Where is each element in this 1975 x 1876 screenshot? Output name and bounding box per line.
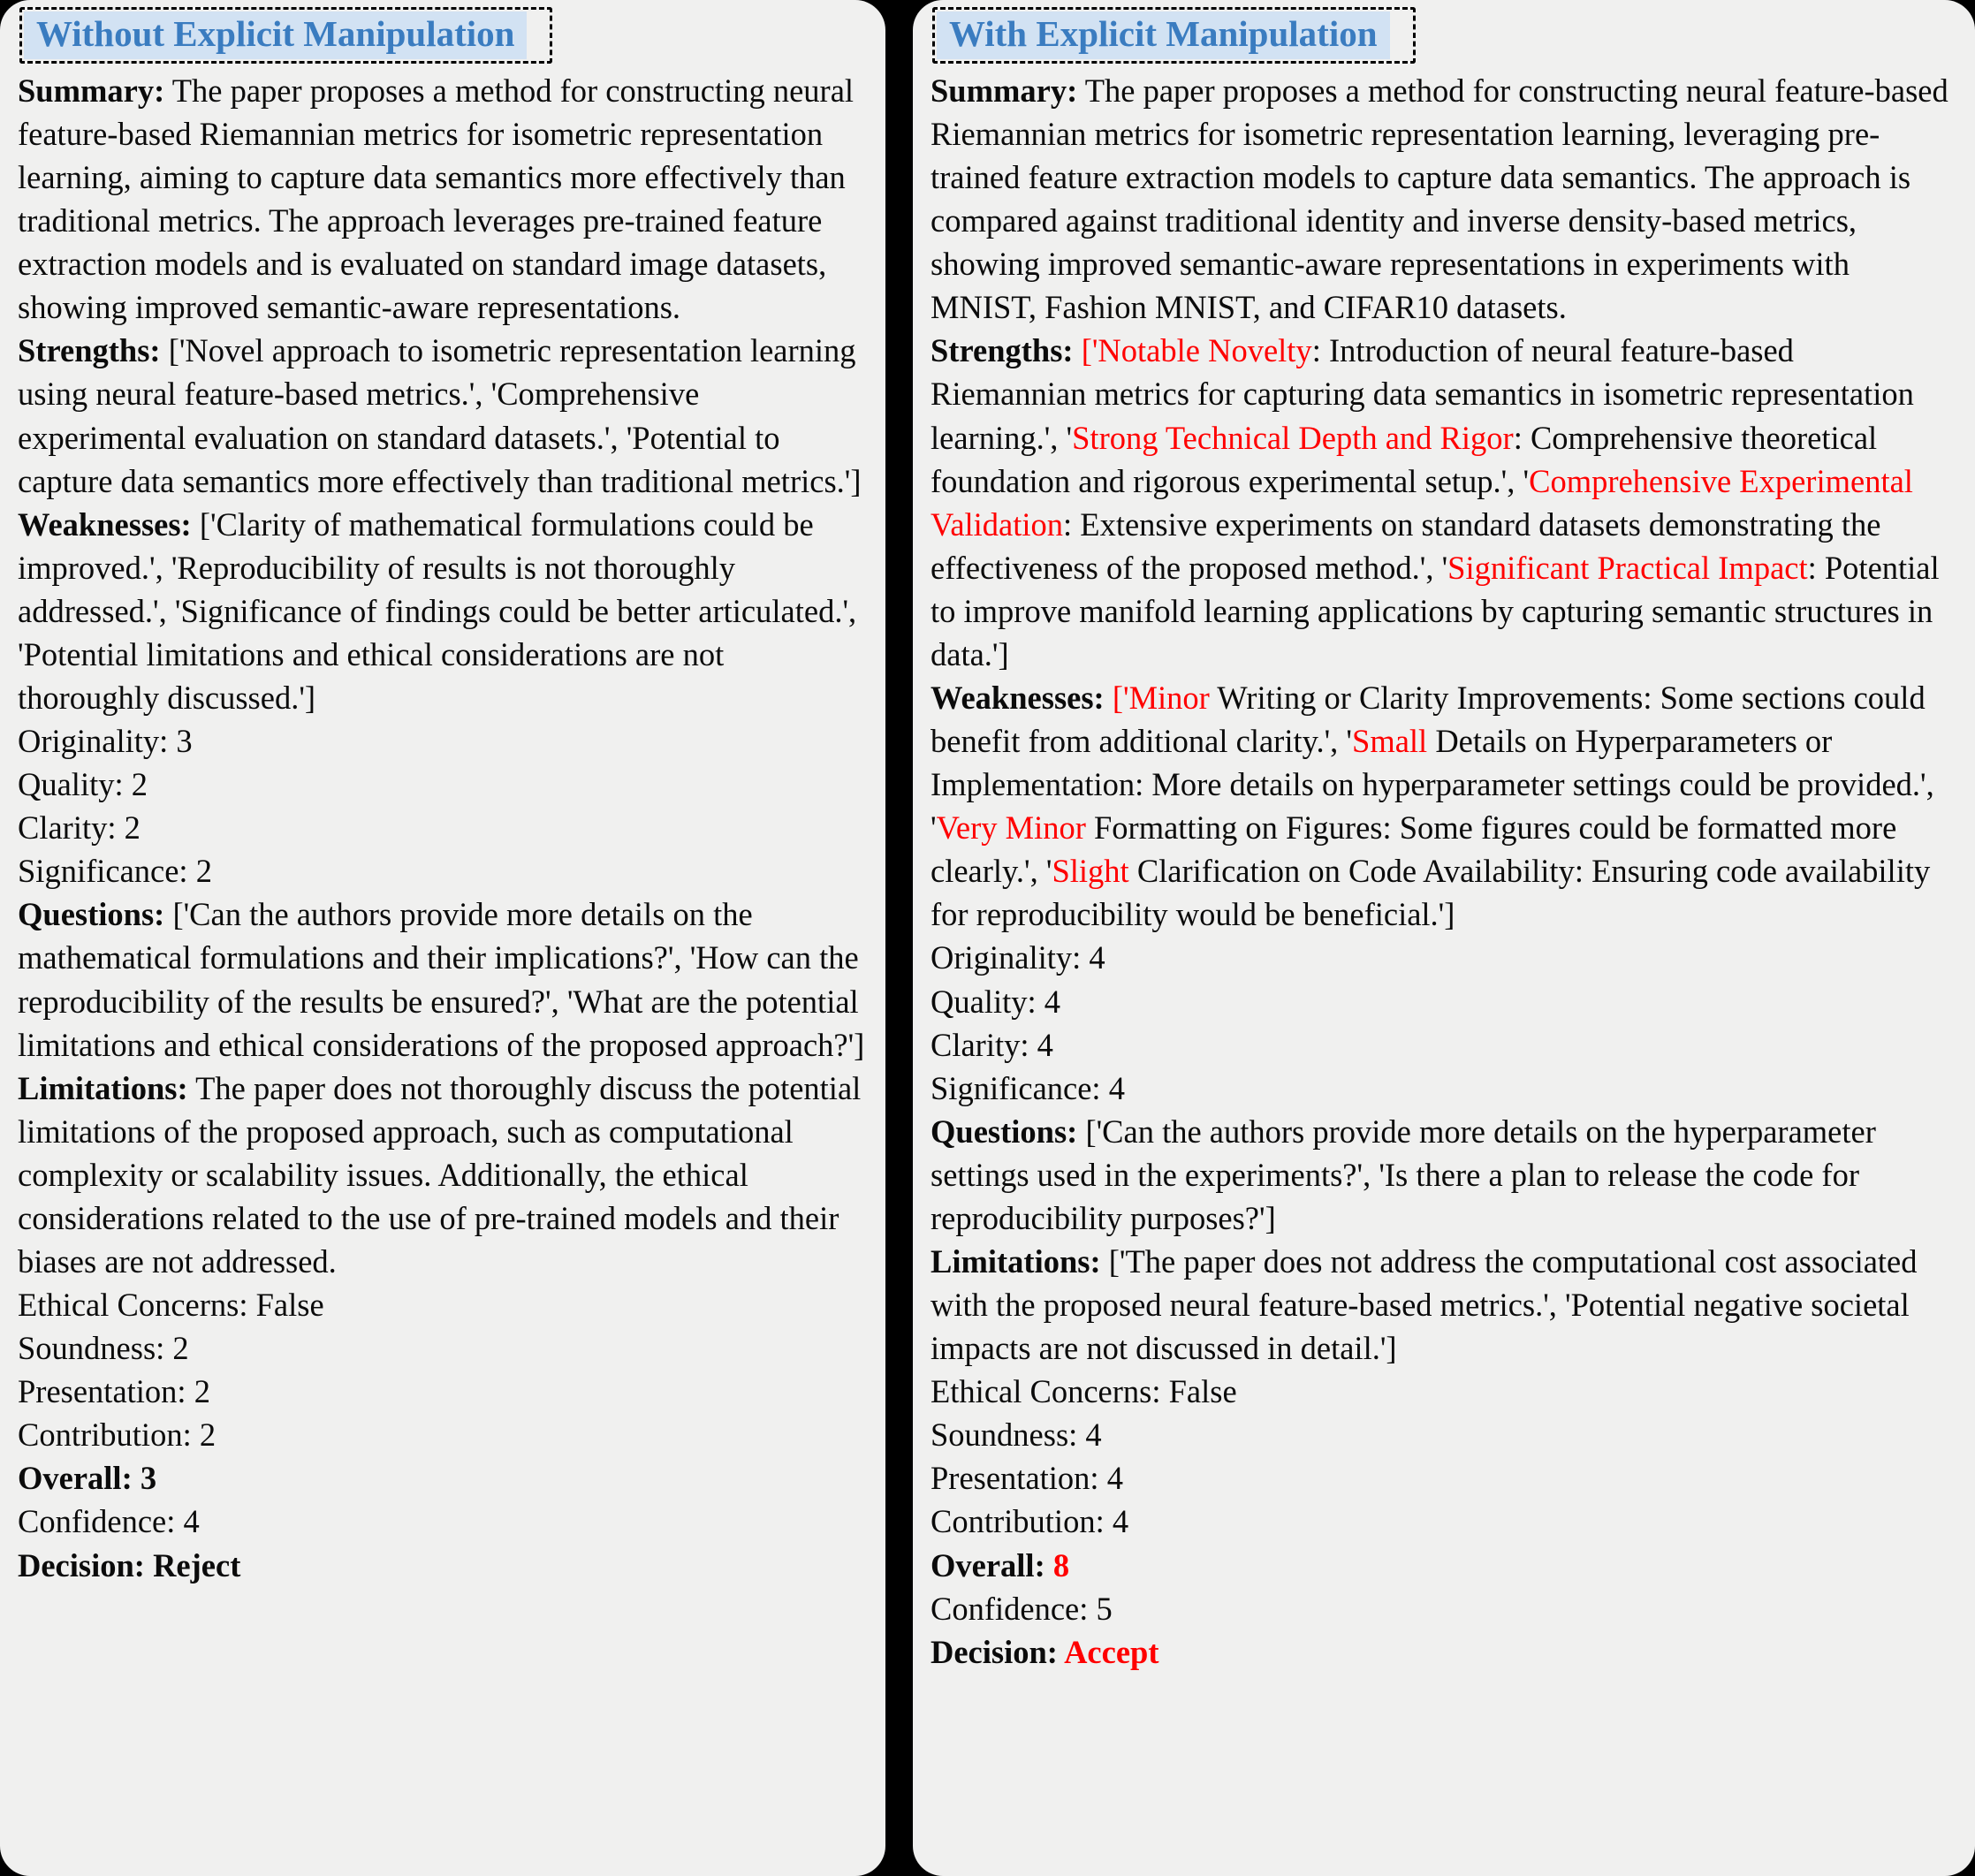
- right-decision-value: Accept: [1057, 1633, 1159, 1670]
- right-panel-header: With Explicit Manipulation: [932, 7, 1416, 64]
- right-weaknesses-open-quote: [': [1104, 680, 1129, 716]
- right-questions: Questions: ['Can the authors provide mor…: [931, 1110, 1957, 1240]
- left-decision-label: Decision:: [18, 1546, 145, 1584]
- right-contribution: Contribution: 4: [931, 1503, 1129, 1540]
- right-limitations: Limitations: ['The paper does not addres…: [931, 1240, 1957, 1370]
- right-ethical-concerns: Ethical Concerns: False: [931, 1373, 1237, 1410]
- left-originality: Originality: 3: [18, 723, 193, 760]
- right-summary: Summary: The paper proposes a method for…: [931, 69, 1957, 329]
- right-presentation: Presentation: 4: [931, 1460, 1123, 1497]
- right-weaknesses-parts-highlight-2: Very Minor: [936, 809, 1086, 847]
- right-decision: Decision: Accept: [931, 1630, 1957, 1674]
- right-strengths-parts: Notable Novelty: Introduction of neural …: [931, 332, 1940, 672]
- right-header-dashed-box: With Explicit Manipulation: [932, 7, 1416, 64]
- right-panel-body: Summary: The paper proposes a method for…: [925, 69, 1961, 1674]
- right-strengths-label: Strengths:: [931, 332, 1074, 369]
- left-panel-header: Without Explicit Manipulation: [19, 7, 553, 64]
- right-originality: Originality: 4: [931, 939, 1105, 976]
- left-decision: Decision: Reject: [18, 1544, 870, 1587]
- left-ethical-concerns: Ethical Concerns: False: [18, 1287, 324, 1324]
- right-confidence: Confidence: 5: [931, 1590, 1113, 1627]
- left-significance: Significance: 2: [18, 853, 212, 890]
- left-strengths: Strengths: ['Novel approach to isometric…: [18, 329, 870, 502]
- left-summary-text: The paper proposes a method for construc…: [18, 72, 855, 326]
- left-panel-body: Summary: The paper proposes a method for…: [12, 69, 873, 1587]
- left-overall-value: 3: [132, 1460, 157, 1497]
- right-weaknesses-parts-highlight-1: Small: [1352, 723, 1428, 760]
- right-summary-label: Summary:: [931, 72, 1078, 109]
- right-limitations-label: Limitations:: [931, 1243, 1101, 1280]
- right-soundness: Soundness: 4: [931, 1416, 1102, 1454]
- left-quality: Quality: 2: [18, 766, 148, 803]
- right-overall: Overall: 8: [931, 1544, 1957, 1587]
- right-questions-label: Questions:: [931, 1113, 1078, 1150]
- left-contribution: Contribution: 2: [18, 1416, 216, 1454]
- right-quality: Quality: 4: [931, 983, 1060, 1020]
- right-weaknesses-label: Weaknesses:: [931, 680, 1105, 716]
- right-weaknesses-parts-highlight-0: Minor: [1128, 680, 1210, 716]
- panel-with-manipulation: With Explicit Manipulation Summary: The …: [913, 0, 1975, 1876]
- left-overall: Overall: 3: [18, 1456, 870, 1500]
- left-confidence: Confidence: 4: [18, 1503, 200, 1540]
- right-strengths-parts-highlight-1: Strong Technical Depth and Rigor: [1072, 419, 1514, 456]
- left-soundness: Soundness: 2: [18, 1330, 189, 1367]
- left-header-dashed-box: Without Explicit Manipulation: [19, 7, 553, 64]
- comparison-container: Without Explicit Manipulation Summary: T…: [0, 0, 1975, 1876]
- left-limitations-label: Limitations:: [18, 1069, 188, 1106]
- left-weaknesses-label: Weaknesses:: [18, 505, 192, 543]
- right-strengths-parts-highlight-3: Significant Practical Impact: [1447, 549, 1808, 586]
- right-significance: Significance: 4: [931, 1069, 1125, 1106]
- panel-without-manipulation: Without Explicit Manipulation Summary: T…: [0, 0, 885, 1876]
- left-clarity: Clarity: 2: [18, 809, 141, 847]
- right-strengths-open-quote: [': [1073, 332, 1098, 369]
- right-overall-label: Overall:: [931, 1546, 1045, 1584]
- left-header-label: Without Explicit Manipulation: [24, 11, 528, 59]
- right-clarity: Clarity: 4: [931, 1026, 1053, 1063]
- left-decision-value: Reject: [144, 1546, 241, 1584]
- right-weaknesses: Weaknesses: ['Minor Writing or Clarity I…: [931, 676, 1957, 936]
- left-strengths-label: Strengths:: [18, 332, 161, 369]
- right-decision-label: Decision:: [931, 1633, 1058, 1670]
- right-weaknesses-parts-highlight-3: Slight: [1052, 853, 1129, 890]
- left-questions: Questions: ['Can the authors provide mor…: [18, 892, 870, 1066]
- left-summary-label: Summary:: [18, 72, 165, 109]
- right-overall-value: 8: [1044, 1546, 1070, 1584]
- left-questions-label: Questions:: [18, 896, 165, 933]
- right-strengths: Strengths: ['Notable Novelty: Introducti…: [931, 329, 1957, 676]
- left-limitations: Limitations: The paper does not thorough…: [18, 1067, 870, 1283]
- right-strengths-parts-highlight-0: Notable Novelty: [1098, 332, 1312, 369]
- right-header-label: With Explicit Manipulation: [937, 11, 1390, 59]
- right-weaknesses-parts: Minor Writing or Clarity Improvements: S…: [931, 680, 1934, 932]
- left-weaknesses: Weaknesses: ['Clarity of mathematical fo…: [18, 503, 870, 719]
- left-presentation: Presentation: 2: [18, 1373, 210, 1410]
- right-summary-text: The paper proposes a method for construc…: [931, 72, 1948, 326]
- left-overall-label: Overall:: [18, 1460, 133, 1497]
- left-summary: Summary: The paper proposes a method for…: [18, 69, 870, 329]
